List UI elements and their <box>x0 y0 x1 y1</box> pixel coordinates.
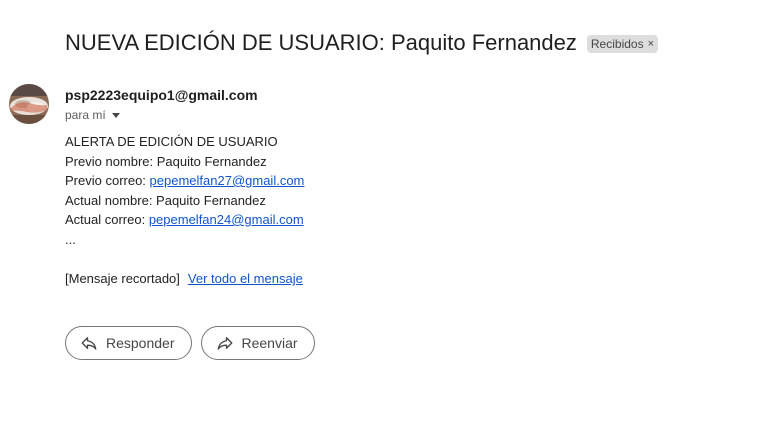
forward-arrow-icon <box>216 334 234 352</box>
reply-arrow-icon <box>80 334 98 352</box>
recipient-label: para mí <box>65 108 106 122</box>
current-email-link[interactable]: pepemelfan24@gmail.com <box>149 212 304 227</box>
email-subject: NUEVA EDICIÓN DE USUARIO: Paquito Fernan… <box>65 30 577 55</box>
body-ellipsis[interactable]: ... <box>65 230 304 250</box>
message-body: ALERTA DE EDICIÓN DE USUARIO Previo nomb… <box>65 132 304 249</box>
view-full-message-link[interactable]: Ver todo el mensaje <box>188 271 303 286</box>
body-line-previous-email: Previo correo: pepemelfan27@gmail.com <box>65 171 304 191</box>
avatar-photo <box>9 84 49 124</box>
body-line-current-email: Actual correo: pepemelfan24@gmail.com <box>65 210 304 230</box>
remove-label-icon[interactable]: × <box>648 36 654 52</box>
label-chip-recibidos[interactable]: Recibidos × <box>586 34 659 53</box>
clipped-notice: [Mensaje recortado] <box>65 271 180 286</box>
action-buttons: Responder Reenviar <box>65 326 315 360</box>
forward-button-label: Reenviar <box>241 335 298 351</box>
body-line-current-name: Actual nombre: Paquito Fernandez <box>65 192 266 208</box>
sender-address[interactable]: psp2223equipo1@gmail.com <box>65 86 258 104</box>
recipient-line[interactable]: para mí <box>65 107 120 123</box>
body-line-previous-name: Previo nombre: Paquito Fernandez <box>65 153 267 169</box>
previous-email-label: Previo correo: <box>65 173 150 188</box>
label-chip-text: Recibidos <box>590 36 644 51</box>
body-line-alert: ALERTA DE EDICIÓN DE USUARIO <box>65 134 278 149</box>
subject-row: NUEVA EDICIÓN DE USUARIO: Paquito Fernan… <box>65 29 659 57</box>
reply-button[interactable]: Responder <box>65 326 192 360</box>
clipped-message-row: [Mensaje recortado] Ver todo el mensaje <box>65 270 303 288</box>
sender-avatar[interactable] <box>9 84 49 124</box>
current-email-label: Actual correo: <box>65 212 149 227</box>
reply-button-label: Responder <box>106 335 175 351</box>
forward-button[interactable]: Reenviar <box>200 326 315 360</box>
previous-email-link[interactable]: pepemelfan27@gmail.com <box>150 173 305 188</box>
caret-down-icon[interactable] <box>111 112 120 118</box>
